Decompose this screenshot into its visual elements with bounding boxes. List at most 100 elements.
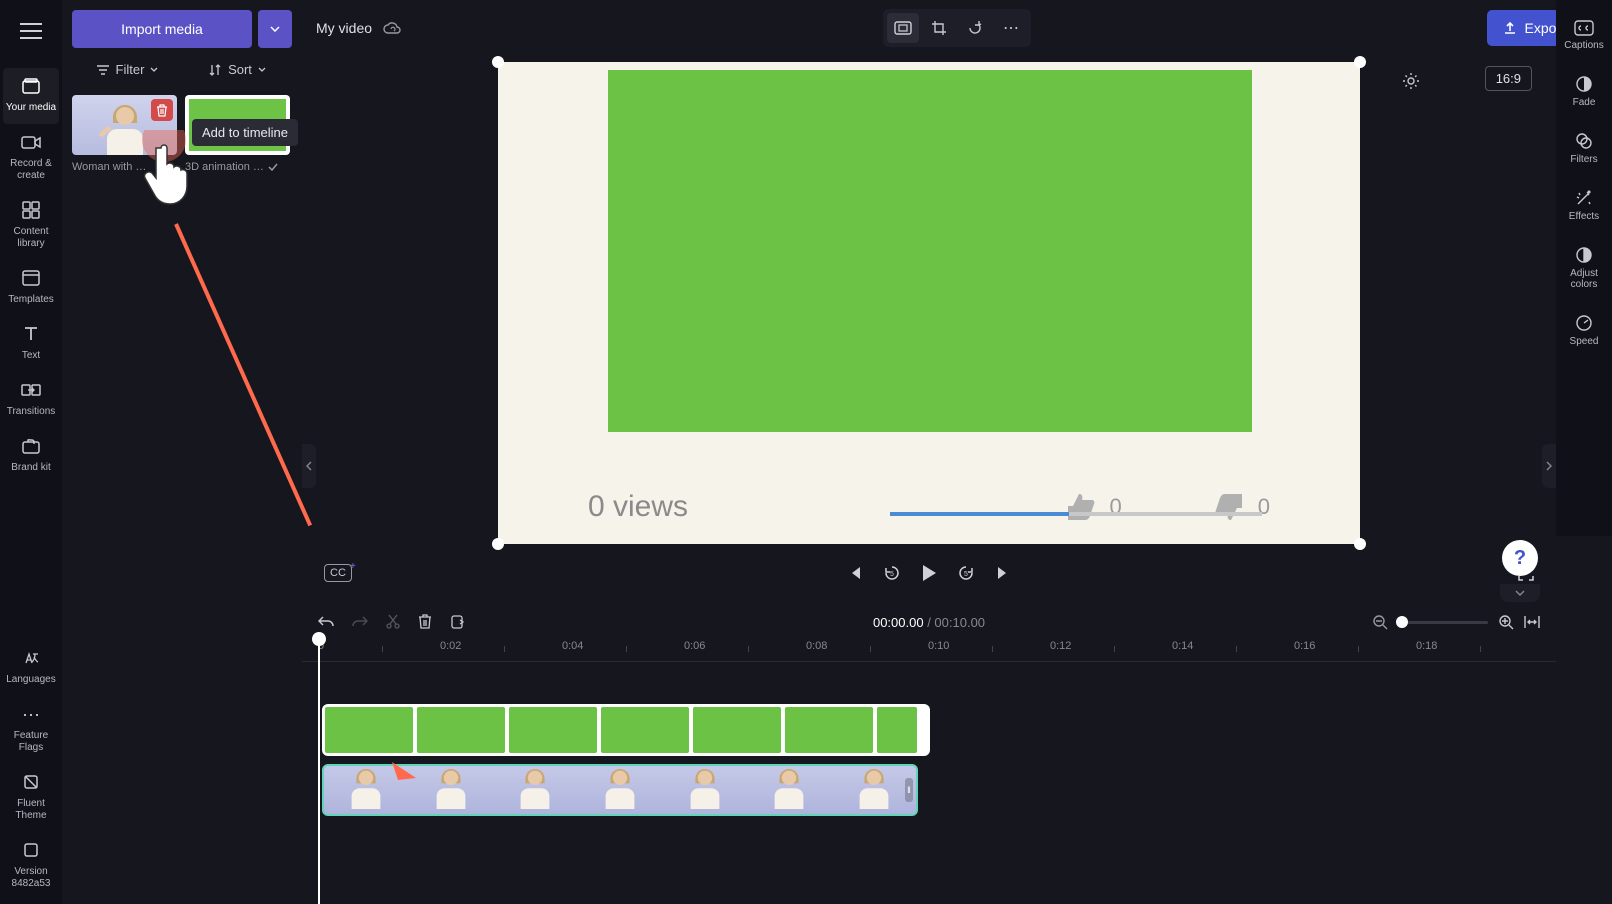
zoom-out-icon xyxy=(1372,614,1388,630)
help-expand[interactable] xyxy=(1500,584,1540,602)
sidebar-item-languages[interactable]: Languages xyxy=(3,640,59,696)
rewind-button[interactable]: 5 xyxy=(883,564,901,582)
preview-stats: 0 views 0 0 xyxy=(588,490,1270,524)
right-item-label: Adjust colors xyxy=(1558,268,1610,290)
right-item-label: Speed xyxy=(1570,336,1599,347)
sidebar-item-text[interactable]: Text xyxy=(3,316,59,372)
sidebar-label: Content library xyxy=(3,226,59,250)
selection-handle[interactable] xyxy=(492,56,504,68)
cc-toggle[interactable]: CC+ xyxy=(324,564,352,582)
adjust-icon xyxy=(1575,246,1593,264)
sidebar-label: Transitions xyxy=(7,406,56,418)
gear-icon xyxy=(1402,72,1420,90)
play-button[interactable] xyxy=(921,564,937,582)
filter-label: Filter xyxy=(116,62,145,77)
zoom-fit-button[interactable] xyxy=(1524,615,1540,629)
collapse-right-panel[interactable] xyxy=(1542,444,1556,488)
sidebar-item-your-media[interactable]: Your media xyxy=(3,68,59,124)
duration: 00:10.00 xyxy=(934,615,985,630)
playback-bar: CC+ 5 5 xyxy=(302,552,1556,594)
rotate-tool-button[interactable] xyxy=(959,13,991,43)
delete-button[interactable] xyxy=(418,614,432,630)
sidebar-item-transitions[interactable]: Transitions xyxy=(3,372,59,428)
zoom-slider[interactable] xyxy=(1398,621,1488,624)
ruler-tick: 0:08 xyxy=(806,640,827,652)
document-title[interactable]: My video xyxy=(316,20,372,36)
import-media-dropdown[interactable] xyxy=(258,10,292,48)
transitions-icon xyxy=(21,382,41,402)
right-item-fade[interactable]: Fade xyxy=(1558,63,1610,120)
play-icon xyxy=(921,564,937,582)
ruler-tick: 0:02 xyxy=(440,640,461,652)
preview-canvas[interactable]: 0 views 0 0 xyxy=(498,62,1360,544)
text-icon xyxy=(21,326,41,346)
selection-handle[interactable] xyxy=(492,538,504,550)
skip-start-button[interactable] xyxy=(847,565,863,581)
filters-icon xyxy=(1575,132,1593,150)
sidebar-item-fluent-theme[interactable]: Fluent Theme xyxy=(3,764,59,832)
crop-tool-button[interactable] xyxy=(923,13,955,43)
thumb-down-icon xyxy=(1212,492,1246,522)
more-tool-button[interactable]: ⋯ xyxy=(995,13,1027,43)
playhead[interactable] xyxy=(318,636,320,904)
redo-button[interactable] xyxy=(352,615,368,629)
right-item-speed[interactable]: Speed xyxy=(1558,302,1610,359)
split-button[interactable] xyxy=(450,614,464,630)
undo-icon xyxy=(318,615,334,629)
preview-progress xyxy=(890,512,1262,516)
templates-icon xyxy=(21,270,41,290)
sidebar-label: Templates xyxy=(8,294,54,306)
zoom-slider-thumb[interactable] xyxy=(1396,616,1408,628)
timeline[interactable]: 0 0:02 0:04 0:06 0:08 0:10 0:12 0:14 0:1… xyxy=(302,640,1556,904)
sidebar-item-content-library[interactable]: Content library xyxy=(3,192,59,260)
zoom-out-button[interactable] xyxy=(1372,614,1388,630)
forward-button[interactable]: 5 xyxy=(957,564,975,582)
svg-text:5: 5 xyxy=(964,571,968,578)
menu-icon[interactable] xyxy=(8,8,54,54)
sidebar-item-feature-flags[interactable]: ⋯ Feature Flags xyxy=(3,696,59,764)
right-item-adjust-colors[interactable]: Adjust colors xyxy=(1558,234,1610,302)
media-icon xyxy=(21,78,41,98)
sidebar-item-version[interactable]: Version 8482a53 xyxy=(3,832,59,904)
zoom-in-button[interactable] xyxy=(1498,614,1514,630)
collapse-left-panel[interactable] xyxy=(302,444,316,488)
filter-button[interactable]: Filter xyxy=(76,56,178,83)
skip-end-button[interactable] xyxy=(995,565,1011,581)
aspect-ratio-button[interactable]: 16:9 xyxy=(1485,66,1532,91)
right-sidebar: Captions Fade Filters Effects Adjust col… xyxy=(1556,0,1612,536)
forward-5-icon: 5 xyxy=(957,564,975,582)
sort-button[interactable]: Sort xyxy=(186,56,288,83)
fit-tool-button[interactable] xyxy=(887,13,919,43)
clip-trim-handle-right[interactable] xyxy=(905,778,913,802)
right-item-captions[interactable]: Captions xyxy=(1558,8,1610,63)
undo-button[interactable] xyxy=(318,615,334,629)
selection-handle[interactable] xyxy=(1354,538,1366,550)
sidebar-item-record[interactable]: Record & create xyxy=(3,124,59,192)
sidebar-label: Record & create xyxy=(3,158,59,182)
canvas-tools: ⋯ xyxy=(883,9,1031,47)
right-item-effects[interactable]: Effects xyxy=(1558,177,1610,234)
sidebar-label: Fluent Theme xyxy=(3,798,59,822)
ruler-tick: 0:12 xyxy=(1050,640,1071,652)
sidebar-label: Your media xyxy=(6,102,56,114)
flags-icon: ⋯ xyxy=(21,706,41,726)
selection-handle[interactable] xyxy=(1354,56,1366,68)
timeline-clip-green[interactable] xyxy=(322,704,930,756)
canvas-settings-button[interactable] xyxy=(1396,66,1426,96)
sidebar-label: Languages xyxy=(6,674,56,686)
sidebar-item-templates[interactable]: Templates xyxy=(3,260,59,316)
add-to-timeline-tooltip: Add to timeline xyxy=(192,119,298,146)
cut-button[interactable] xyxy=(386,614,400,630)
annotation-arrow-head xyxy=(388,758,422,792)
delete-media-button[interactable] xyxy=(151,99,173,121)
cloud-sync-icon[interactable] xyxy=(382,21,402,36)
rewind-5-icon: 5 xyxy=(883,564,901,582)
thumb-up-icon xyxy=(1064,492,1098,522)
import-media-button[interactable]: Import media xyxy=(72,10,252,48)
help-button[interactable]: ? xyxy=(1502,540,1538,576)
right-item-filters[interactable]: Filters xyxy=(1558,120,1610,177)
sidebar-item-brand-kit[interactable]: Brand kit xyxy=(3,428,59,484)
like-count: 0 xyxy=(1110,494,1122,520)
chevron-down-icon xyxy=(1515,590,1525,596)
timeline-ruler[interactable]: 0 0:02 0:04 0:06 0:08 0:10 0:12 0:14 0:1… xyxy=(302,640,1556,662)
